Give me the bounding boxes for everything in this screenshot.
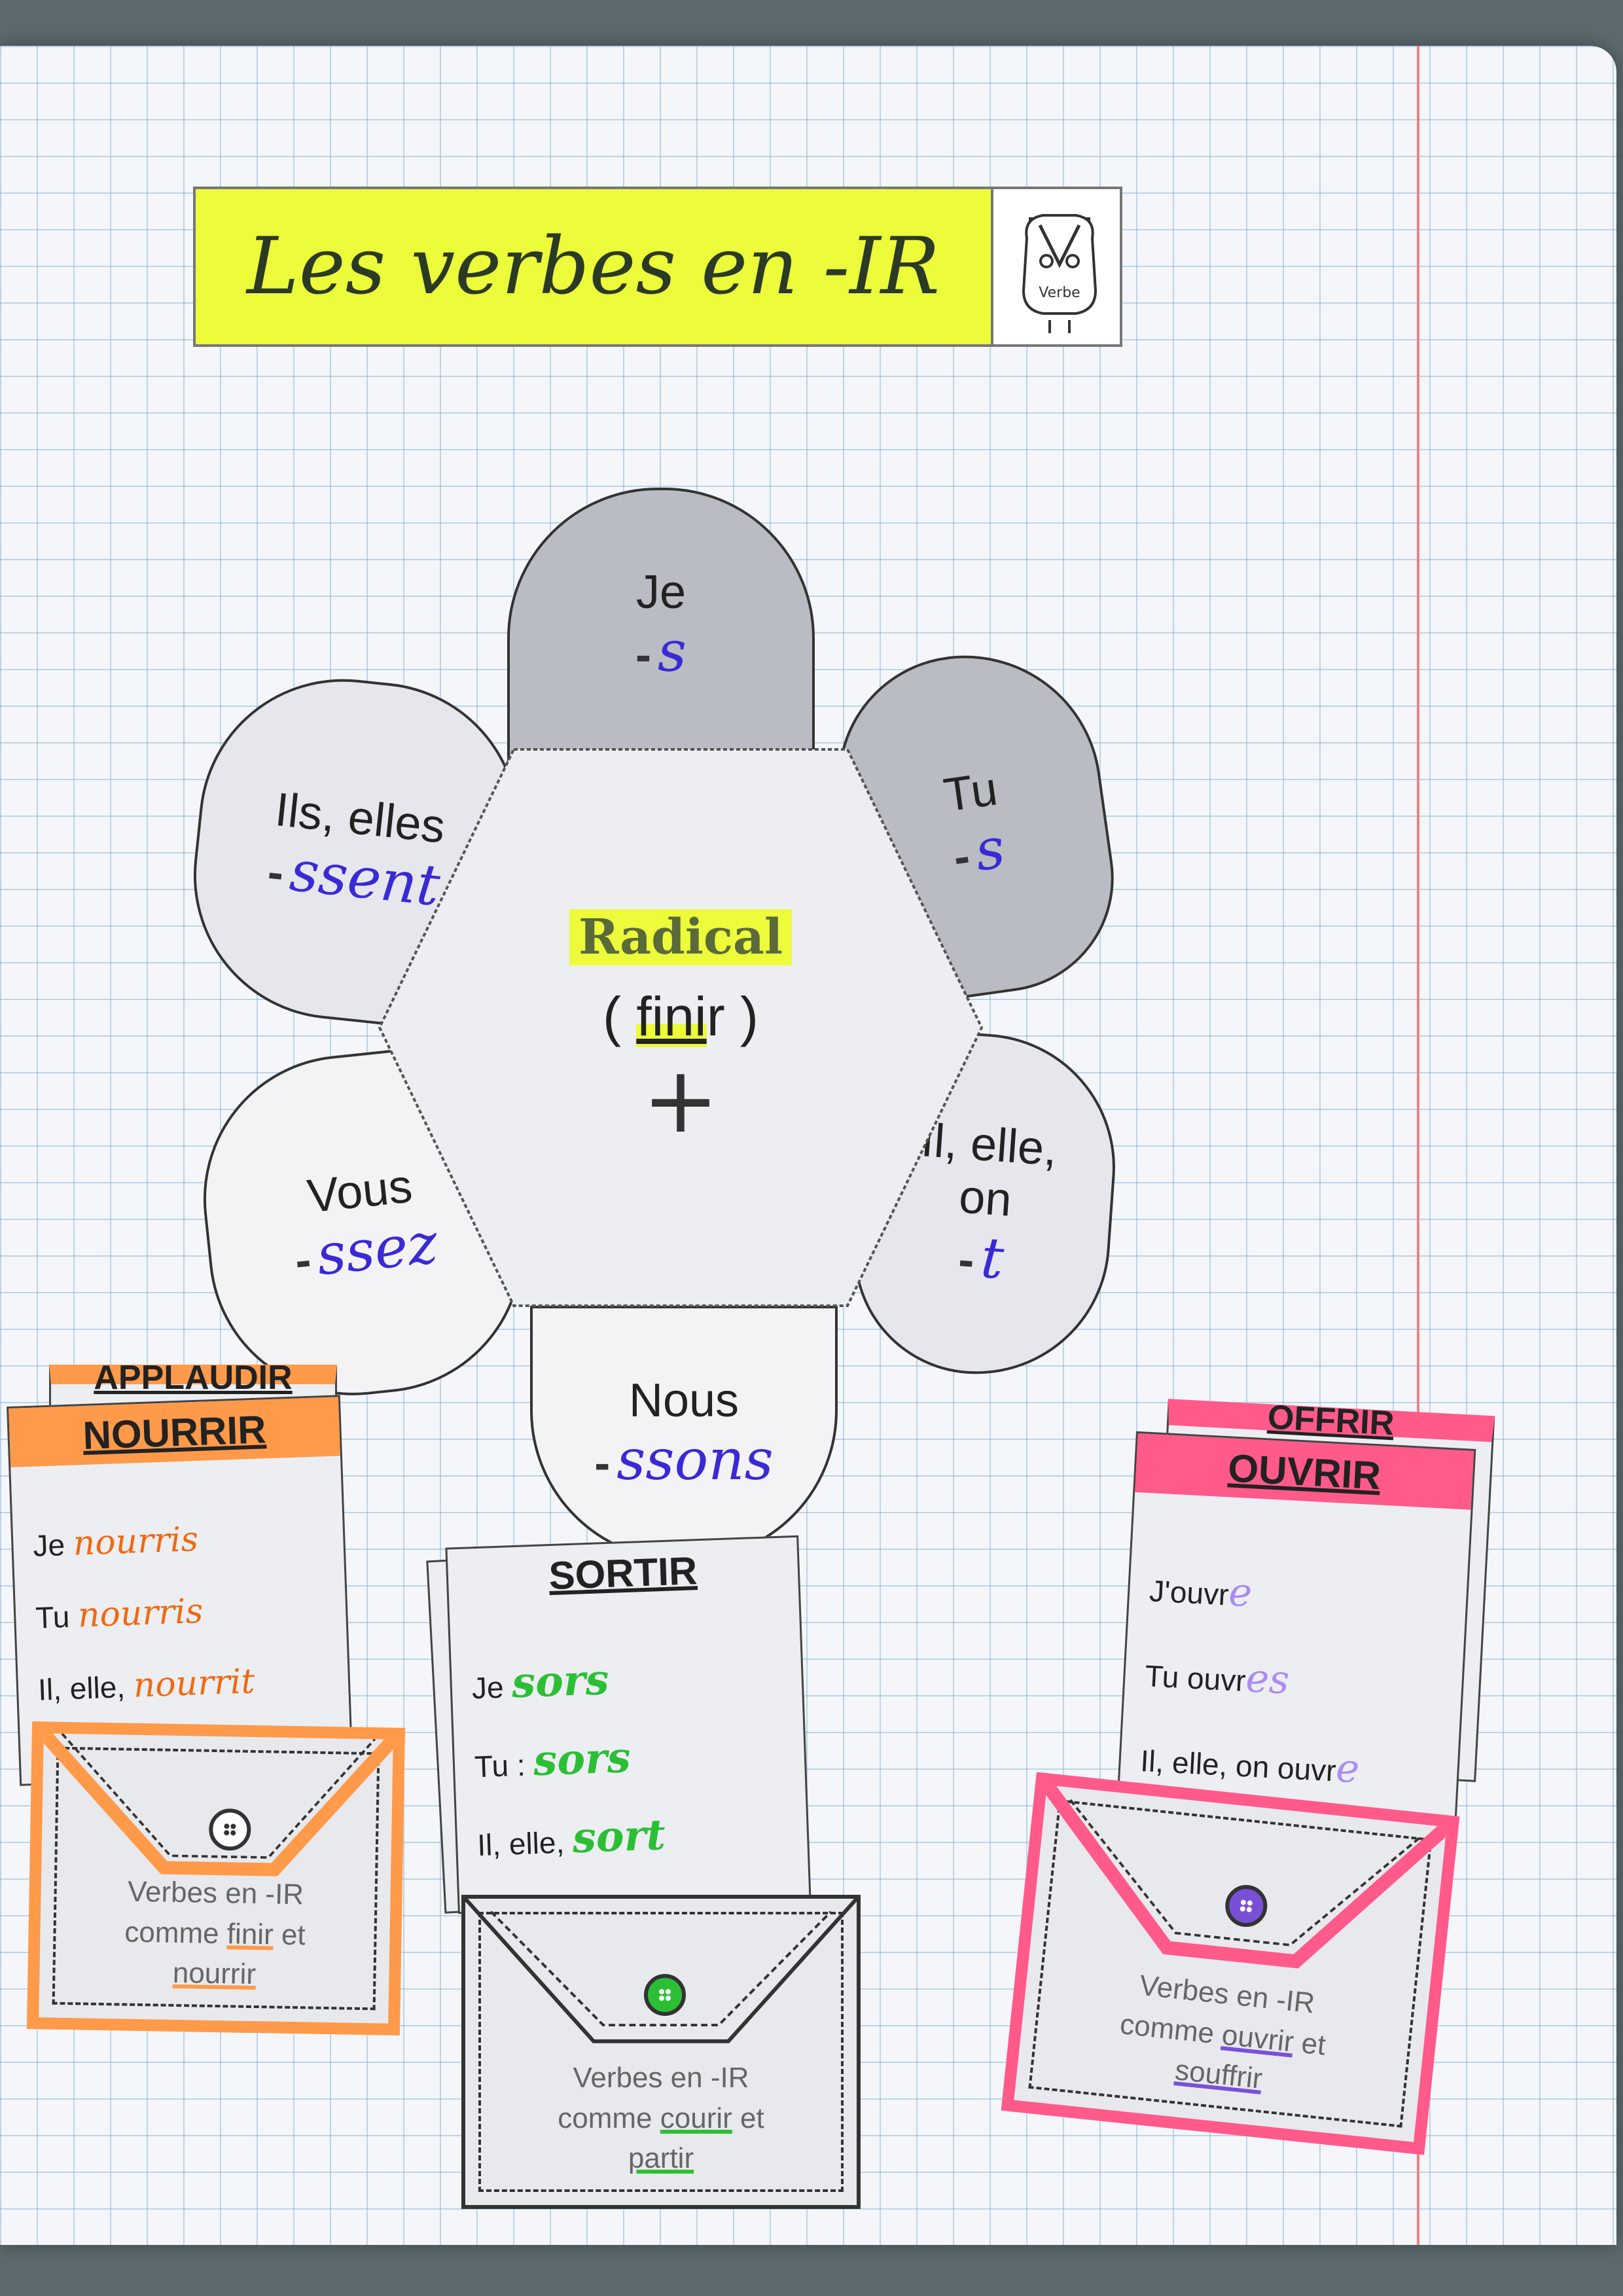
plus-sign: + xyxy=(642,1047,719,1154)
petal-je-ending: s xyxy=(657,619,687,685)
pocket-middle-button-icon xyxy=(644,1974,686,2016)
petal-nous-ending: ssons xyxy=(616,1427,774,1493)
card-ouvrir-line-2: Tu ouvres xyxy=(1144,1655,1291,1704)
center-content: Radical ( finir ) + xyxy=(376,746,985,1309)
card-sortir-line-3: Il, elle, sort xyxy=(476,1810,666,1863)
title-highlight: Les verbes en -IR xyxy=(196,189,993,344)
mascot-icon: Verbe xyxy=(1022,214,1097,333)
card-nourrir-line-1: Je nourris xyxy=(32,1519,200,1564)
flower-center: Radical ( finir ) + xyxy=(376,746,985,1309)
petal-je-pronoun: Je xyxy=(635,566,687,619)
petal-nous-pronoun: Nous xyxy=(628,1374,740,1427)
page-title: Les verbes en -IR xyxy=(247,221,940,312)
mascot-label: Verbe xyxy=(1039,285,1080,301)
petal-je-ending-row: -s xyxy=(635,619,687,685)
pocket-middle-text: Verbes en -IR comme courir et partir xyxy=(558,2062,764,2175)
pocket-right-text: Verbes en -IR comme ouvrir et souffrir xyxy=(1118,1969,1327,2096)
radical-example: ( finir ) xyxy=(602,985,759,1047)
card-applaudir-title: APPLAUDIR xyxy=(94,1359,293,1397)
card-nourrir-line-2: Tu nourris xyxy=(35,1591,204,1636)
card-nourrir-title: NOURRIR xyxy=(9,1397,340,1467)
card-ouvrir: OUVRIR J'ouvre Tu ouvres Il, elle, on ou… xyxy=(1115,1431,1476,1842)
radical-label: Radical xyxy=(569,908,793,965)
pocket-right: Verbes en -IR comme ouvrir et souffrir xyxy=(1001,1772,1460,2155)
pocket-left: Verbes en -IR comme finir et nourrir xyxy=(26,1721,406,2036)
card-ouvrir-line-3: Il, elle, on ouvre xyxy=(1139,1743,1361,1793)
radical-stem: fini xyxy=(636,985,707,1047)
card-nourrir-line-3: Il, elle, nourrit xyxy=(37,1662,256,1707)
petal-nous-ending-row: - ssons xyxy=(594,1427,774,1493)
card-sortir-line-1: Je sors xyxy=(471,1655,610,1708)
card-sortir-title: SORTIR xyxy=(548,1548,698,1598)
card-ouvrir-line-1: J'ouvre xyxy=(1148,1569,1253,1617)
title-box: Les verbes en -IR Verbe xyxy=(193,187,1122,347)
card-sortir: SORTIR Je sors Tu : sors Il, elle, sort xyxy=(445,1535,812,1914)
pocket-left-text: Verbes en -IR comme finir et nourrir xyxy=(124,1875,306,1991)
card-sortir-line-2: Tu : sors xyxy=(474,1732,632,1786)
pocket-middle: Verbes en -IR comme courir et partir xyxy=(461,1895,861,2209)
radical-ending: r xyxy=(706,985,725,1047)
